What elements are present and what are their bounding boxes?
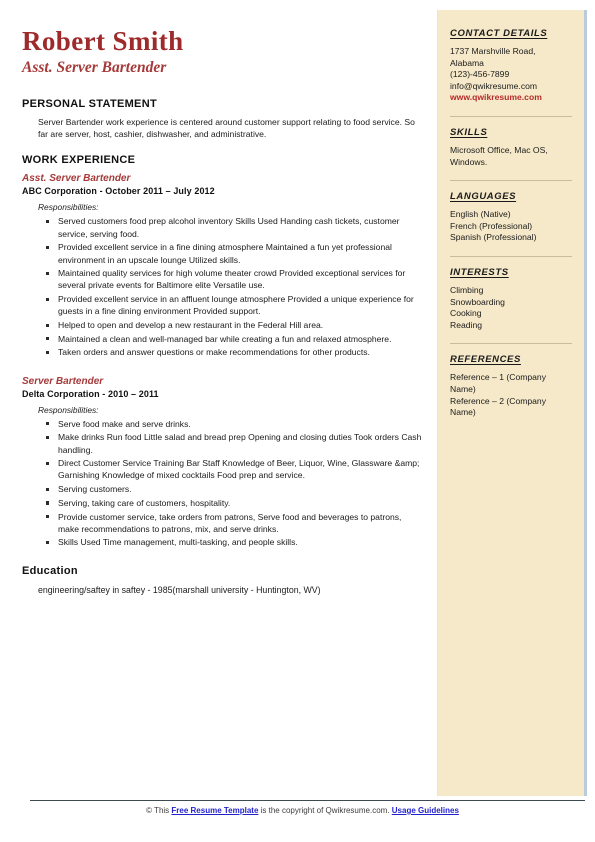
list-item: Cooking (450, 308, 482, 319)
personal-statement-text: Server Bartender work experience is cent… (38, 117, 415, 140)
sidebar-section-interests: INTERESTS Climbing Snowboarding Cooking … (450, 267, 574, 331)
list-item: Reference – 1 (Company Name) (450, 372, 547, 394)
sidebar-heading-interests: INTERESTS (450, 266, 509, 278)
list-item: French (Professional) (450, 220, 533, 231)
list-item: Maintained quality services for high vol… (46, 267, 423, 291)
job-entry: Server Bartender Delta Corporation - 201… (22, 375, 423, 549)
list-item: Provided excellent service in an affluen… (46, 293, 423, 317)
job-entry: Asst. Server Bartender ABC Corporation -… (22, 172, 423, 358)
footer-divider (30, 800, 585, 801)
contact-address-line2: Alabama (450, 57, 484, 68)
list-item: Reference – 2 (Company Name) (450, 395, 547, 418)
list-item: Serving customers. (46, 483, 423, 495)
sidebar: CONTACT DETAILS 1737 Marshville Road, Al… (437, 10, 587, 796)
list-item: Spanish (Professional) (450, 232, 537, 243)
resume-page: Robert Smith Asst. Server Bartender PERS… (0, 0, 595, 842)
list-item: Skills Used Time management, multi-taski… (46, 536, 423, 548)
main-content: Robert Smith Asst. Server Bartender PERS… (0, 0, 437, 842)
contact-phone: (123)-456-7899 (450, 69, 510, 80)
contact-email[interactable]: info@qwikresume.com (450, 81, 574, 93)
sidebar-heading-references: REFERENCES (450, 354, 521, 366)
contact-website[interactable]: www.qwikresume.com (450, 92, 574, 104)
skills-text: Microsoft Office, Mac OS, Windows. (450, 144, 548, 167)
list-item: Provide customer service, take orders fr… (46, 511, 423, 535)
list-item: Served customers food prep alcohol inven… (46, 215, 423, 239)
section-heading-education: Education (22, 564, 78, 577)
list-item: Make drinks Run food Little salad and br… (46, 431, 423, 455)
job-bullet-list: Served customers food prep alcohol inven… (46, 215, 423, 358)
contact-address-line1: 1737 Marshville Road, (450, 46, 536, 56)
sidebar-section-contact: CONTACT DETAILS 1737 Marshville Road, Al… (450, 28, 574, 104)
sidebar-section-skills: SKILLS Microsoft Office, Mac OS, Windows… (450, 127, 574, 168)
sidebar-divider (450, 255, 572, 257)
responsibilities-label: Responsibilities: (38, 404, 99, 415)
sidebar-heading-languages: LANGUAGES (450, 191, 517, 203)
free-resume-template-link[interactable]: Free Resume Template (171, 806, 258, 815)
list-item: Helped to open and develop a new restaur… (46, 319, 423, 331)
job-company-dates: Delta Corporation - 2010 – 2011 (22, 388, 159, 399)
list-item: Taken orders and answer questions or mak… (46, 346, 423, 358)
footer: © This Free Resume Template is the copyr… (0, 806, 595, 815)
job-title: Server Bartender (22, 375, 104, 387)
list-item: Serving, taking care of customers, hospi… (46, 497, 423, 509)
list-item: Direct Customer Service Training Bar Sta… (46, 457, 423, 481)
footer-prefix: © This (146, 806, 172, 815)
sidebar-section-languages: LANGUAGES English (Native) French (Profe… (450, 191, 574, 244)
sidebar-heading-contact: CONTACT DETAILS (450, 28, 548, 39)
responsibilities-label: Responsibilities: (38, 202, 99, 213)
list-item: Maintained a clean and well-managed bar … (46, 333, 423, 345)
list-item: Climbing (450, 284, 484, 295)
job-bullet-list: Serve food make and serve drinks. Make d… (46, 418, 423, 549)
sidebar-divider (450, 115, 572, 117)
candidate-role: Asst. Server Bartender (22, 59, 167, 76)
list-item: English (Native) (450, 209, 511, 220)
list-item: Snowboarding (450, 296, 505, 307)
usage-guidelines-link[interactable]: Usage Guidelines (392, 806, 459, 815)
section-heading-work-experience: WORK EXPERIENCE (22, 154, 136, 167)
sidebar-divider (450, 343, 572, 345)
footer-middle: is the copyright of Qwikresume.com. (258, 806, 392, 815)
sidebar-section-references: REFERENCES Reference – 1 (Company Name) … (450, 354, 574, 418)
education-section: Education engineering/saftey in saftey -… (22, 565, 423, 597)
section-heading-personal-statement: PERSONAL STATEMENT (22, 98, 157, 110)
job-title: Asst. Server Bartender (22, 173, 131, 185)
sidebar-heading-skills: SKILLS (450, 126, 488, 138)
list-item: Reading (450, 319, 483, 330)
candidate-name: Robert Smith (22, 26, 184, 56)
list-item: Provided excellent service in a fine din… (46, 241, 423, 265)
education-text: engineering/saftey in saftey - 1985(mars… (38, 584, 321, 595)
list-item: Serve food make and serve drinks. (46, 418, 423, 430)
job-company-dates: ABC Corporation - October 2011 – July 20… (22, 186, 215, 197)
sidebar-divider (450, 180, 572, 182)
